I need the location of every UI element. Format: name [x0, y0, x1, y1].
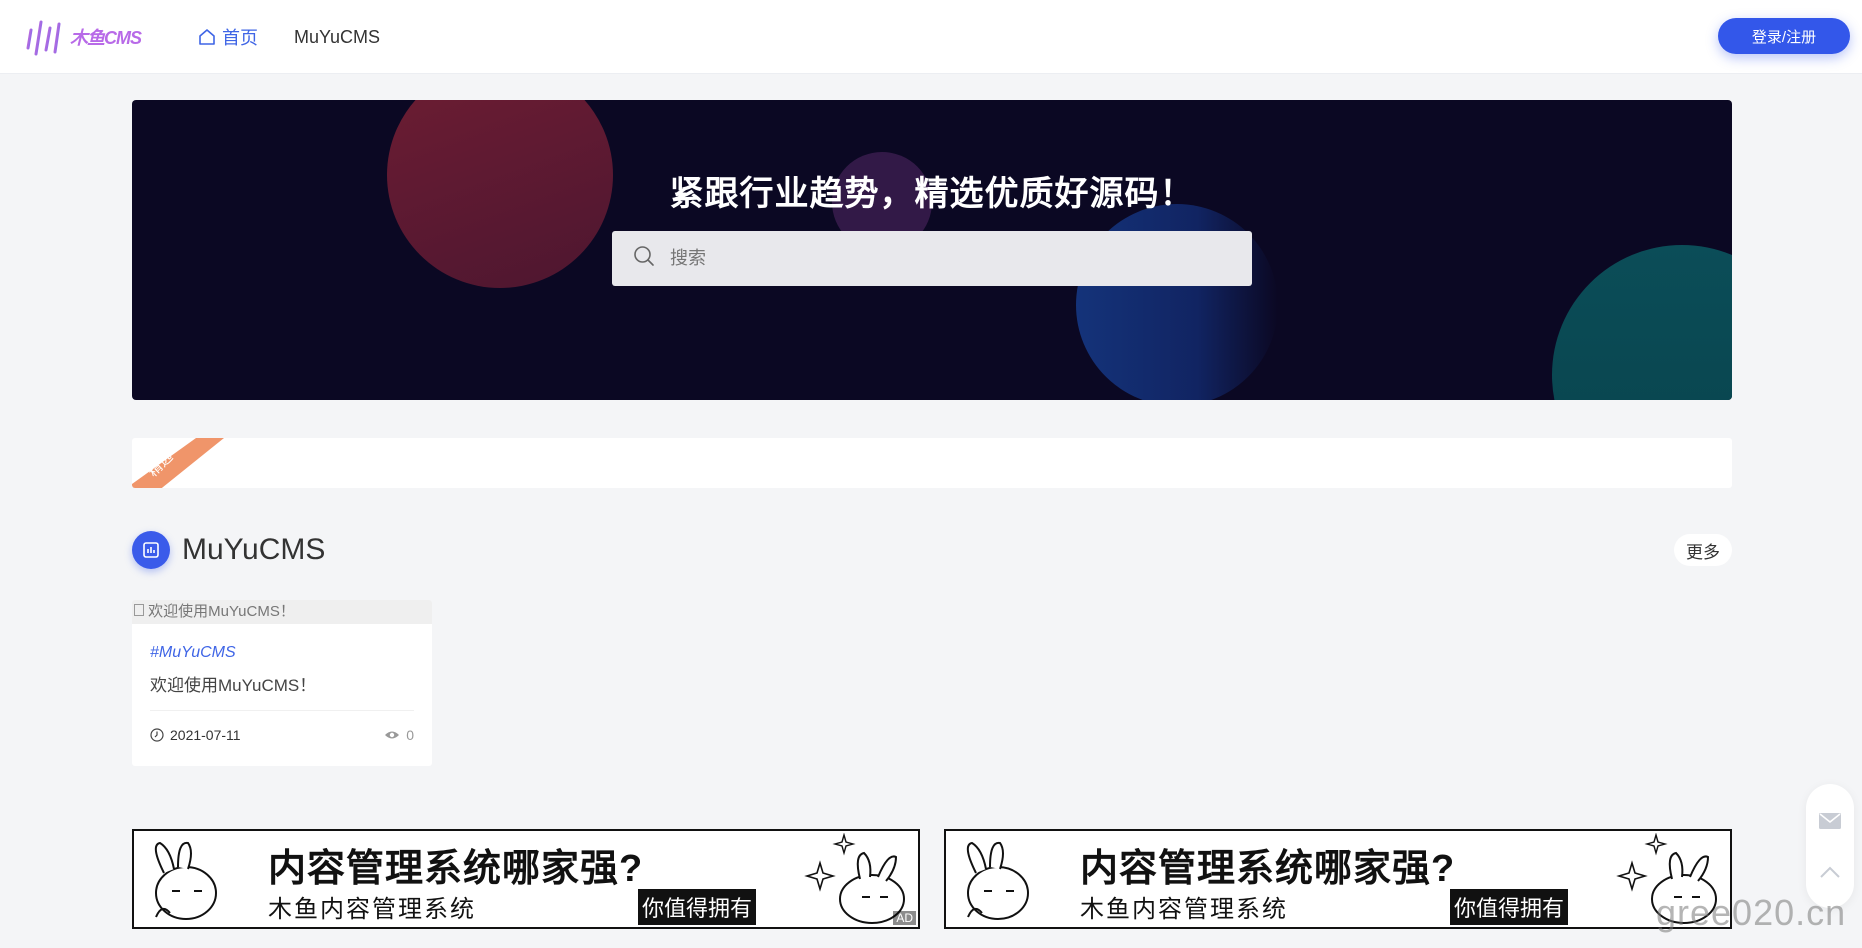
home-icon	[198, 28, 216, 46]
nav-item-label: 首页	[222, 28, 258, 48]
search-box[interactable]	[612, 231, 1252, 286]
ad-headline: 内容管理系统哪家强?	[268, 848, 644, 890]
ad-subtitle: 木鱼内容管理系统	[268, 896, 476, 923]
eye-icon	[384, 729, 400, 741]
card-views: 0	[406, 727, 414, 743]
rabbit-icon	[966, 841, 1029, 920]
card-title[interactable]: 欢迎使用MuYuCMS！	[150, 671, 414, 711]
ad-mark: AD	[893, 911, 916, 925]
watermark: gree020.cn	[1656, 892, 1847, 933]
card-date: 2021-07-11	[170, 727, 241, 743]
logo-text: 木鱼CMS	[70, 28, 142, 48]
logo-bars-icon	[26, 20, 61, 56]
arrow-up-icon[interactable]	[1815, 857, 1845, 886]
rabbit-icon	[154, 841, 217, 920]
decor-circle	[1552, 245, 1732, 400]
chart-icon	[132, 531, 170, 569]
mail-icon[interactable]	[1815, 806, 1845, 835]
ad-cta: 你值得拥有	[1450, 889, 1569, 925]
featured-strip: 精选	[132, 438, 1732, 488]
hero-banner: 紧跟行业趋势，精选优质好源码！	[132, 100, 1732, 400]
ad-headline: 内容管理系统哪家强?	[1080, 848, 1456, 890]
floating-toolbar	[1806, 784, 1854, 908]
banner-title: 紧跟行业趋势，精选优质好源码！	[669, 175, 1195, 213]
search-input[interactable]	[670, 248, 1230, 269]
card-image-alt: 欢迎使用MuYuCMS！	[148, 603, 295, 620]
section-header: MuYuCMS 更多	[132, 530, 1732, 570]
ad-banner-2[interactable]: 内容管理系统哪家强? 木鱼内容管理系统 你值得拥有	[944, 829, 1732, 929]
nav-item-label: MuYuCMS	[294, 26, 381, 47]
site-logo[interactable]: 木鱼CMS	[24, 18, 142, 56]
broken-image-icon	[134, 603, 148, 620]
top-header: 木鱼CMS 首页 MuYuCMS 登录/注册	[0, 0, 1862, 74]
nav-item-home[interactable]: 首页	[198, 24, 258, 50]
ad-banner-1[interactable]: 内容管理系统哪家强? 木鱼内容管理系统 你值得拥有 AD	[132, 829, 920, 929]
more-button[interactable]: 更多	[1674, 534, 1732, 566]
article-card[interactable]: 欢迎使用MuYuCMS！ #MuYuCMS 欢迎使用MuYuCMS！ 2021-…	[132, 600, 432, 766]
card-tag[interactable]: #MuYuCMS	[150, 644, 414, 662]
nav-item-muyucms[interactable]: MuYuCMS	[294, 27, 380, 48]
ad-cta: 你值得拥有	[638, 889, 757, 925]
section-title: MuYuCMS	[182, 533, 326, 566]
clock-icon	[150, 728, 164, 742]
login-register-button[interactable]: 登录/注册	[1718, 18, 1850, 54]
main-nav: 首页 MuYuCMS	[198, 24, 416, 50]
card-image[interactable]: 欢迎使用MuYuCMS！	[132, 600, 432, 624]
search-icon	[632, 244, 656, 273]
card-meta: 2021-07-11 0	[150, 727, 414, 743]
ad-subtitle: 木鱼内容管理系统	[1080, 896, 1288, 923]
